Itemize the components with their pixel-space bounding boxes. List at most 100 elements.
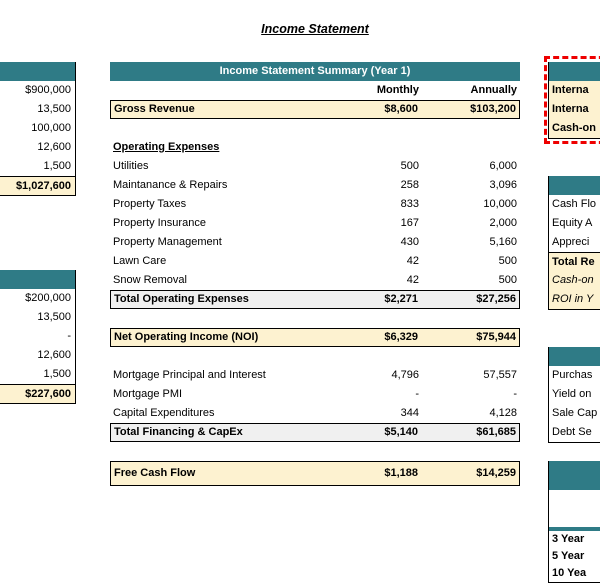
annual-value[interactable]: $27,256 <box>418 291 519 308</box>
annual-value[interactable]: 500 <box>419 252 520 271</box>
value-cell[interactable]: 13,500 <box>0 100 75 119</box>
annual-value[interactable]: $103,200 <box>418 101 519 118</box>
total-cell[interactable]: $1,027,600 <box>0 176 75 196</box>
annual-value[interactable]: 4,128 <box>419 404 520 423</box>
value-cell[interactable]: 1,500 <box>0 365 75 384</box>
monthly-value[interactable]: 500 <box>319 157 419 176</box>
row-label[interactable]: Utilities <box>110 157 319 176</box>
row-label[interactable]: Equity A <box>549 214 600 233</box>
row-label[interactable]: ROI in Y <box>549 290 600 309</box>
column-header-spacer <box>110 81 319 100</box>
monthly-value[interactable]: - <box>319 385 419 404</box>
statement-row: Net Operating Income (NOI) $6,329 $75,944 <box>110 328 520 347</box>
statement-row: Gross Revenue $8,600 $103,200 <box>110 100 520 119</box>
monthly-value[interactable]: $1,188 <box>318 462 418 485</box>
monthly-value[interactable] <box>319 138 419 157</box>
monthly-value[interactable]: 167 <box>319 214 419 233</box>
annual-value[interactable]: 3,096 <box>419 176 520 195</box>
monthly-value[interactable]: $5,140 <box>318 424 418 441</box>
column-header-monthly[interactable]: Monthly <box>319 81 419 100</box>
value-cell[interactable]: $200,000 <box>0 289 75 308</box>
row-label[interactable]: Property Insurance <box>110 214 319 233</box>
monthly-value[interactable]: 344 <box>319 404 419 423</box>
total-return-header[interactable] <box>549 176 600 195</box>
monthly-value[interactable]: 258 <box>319 176 419 195</box>
total-cell[interactable]: $227,600 <box>0 384 75 404</box>
statement-row: Operating Expenses <box>110 138 520 157</box>
value-cell[interactable]: 100,000 <box>0 119 75 138</box>
monthly-value[interactable]: $2,271 <box>318 291 418 308</box>
annual-value[interactable]: 2,000 <box>419 214 520 233</box>
row-label[interactable]: Debt Se <box>549 423 600 442</box>
row-label[interactable]: Cash-on <box>549 271 600 290</box>
annual-value[interactable]: $14,259 <box>418 462 519 485</box>
value-cell[interactable]: 12,600 <box>0 138 75 157</box>
annual-value[interactable]: 10,000 <box>419 195 520 214</box>
value-cell[interactable]: - <box>0 327 75 346</box>
value-cell[interactable]: $900,000 <box>0 81 75 100</box>
row-label[interactable]: Purchas <box>549 366 600 385</box>
row-label[interactable]: Total Financing & CapEx <box>111 424 318 441</box>
year-label[interactable]: 3 Year <box>549 531 600 548</box>
income-summary-header[interactable]: Income Statement Summary (Year 1) <box>110 62 520 81</box>
value-cell[interactable]: 12,600 <box>0 346 75 365</box>
row-label[interactable]: Yield on <box>549 385 600 404</box>
row-label[interactable]: Gross Revenue <box>111 101 318 118</box>
row-label[interactable]: Capital Expenditures <box>110 404 319 423</box>
row-label[interactable]: Interna <box>549 81 600 100</box>
row-label[interactable]: Free Cash Flow <box>111 462 318 485</box>
value-cell[interactable]: 1,500 <box>0 157 75 176</box>
left-table-2-header[interactable] <box>0 270 75 289</box>
monthly-value[interactable]: $8,600 <box>318 101 418 118</box>
row-label[interactable]: Total Re <box>549 252 600 271</box>
monthly-value[interactable]: 42 <box>319 271 419 290</box>
row-label[interactable]: Total Operating Expenses <box>111 291 318 308</box>
row-label[interactable]: Maintanance & Repairs <box>110 176 319 195</box>
year-label[interactable]: 10 Yea <box>549 565 600 582</box>
monthly-value[interactable]: $6,329 <box>318 329 418 346</box>
annual-value[interactable]: 57,557 <box>419 366 520 385</box>
annual-value[interactable]: - <box>419 385 520 404</box>
year-label[interactable]: 5 Year <box>549 548 600 565</box>
monthly-value[interactable]: 833 <box>319 195 419 214</box>
cap-rate-header[interactable] <box>549 347 600 366</box>
row-label[interactable]: Mortgage PMI <box>110 385 319 404</box>
statement-row: Total Financing & CapEx $5,140 $61,685 <box>110 423 520 442</box>
left-table-1-header[interactable] <box>0 62 75 81</box>
left-table-2-rows: $200,000 13,500-12,600 1,500 $227,600 <box>0 289 75 404</box>
row-label[interactable]: Interna <box>549 100 600 119</box>
row-label[interactable]: Snow Removal <box>110 271 319 290</box>
column-header-annually[interactable]: Annually <box>419 81 520 100</box>
cap-rate-table: Purchas Yield on Sale Cap Debt Se <box>548 347 600 443</box>
statement-row: Capital Expenditures 344 4,128 <box>110 404 520 423</box>
row-label[interactable]: Property Management <box>110 233 319 252</box>
row-label[interactable]: Net Operating Income (NOI) <box>111 329 318 346</box>
left-table-2: $200,000 13,500-12,600 1,500 $227,600 <box>0 270 76 404</box>
monthly-value[interactable]: 4,796 <box>319 366 419 385</box>
multi-year-header[interactable] <box>549 461 600 490</box>
annual-value[interactable] <box>419 138 520 157</box>
row-label[interactable]: Appreci <box>549 233 600 252</box>
value-cell[interactable]: 13,500 <box>0 308 75 327</box>
statement-rows: Gross Revenue $8,600 $103,200 Operating Exp… <box>110 100 520 486</box>
monthly-value[interactable]: 430 <box>319 233 419 252</box>
row-label[interactable]: Lawn Care <box>110 252 319 271</box>
annual-value[interactable]: 6,000 <box>419 157 520 176</box>
returns-metrics-header[interactable] <box>549 62 600 81</box>
statement-row: Property Insurance 167 2,000 <box>110 214 520 233</box>
annual-value[interactable]: 500 <box>419 271 520 290</box>
row-label[interactable]: Cash-on <box>549 119 600 138</box>
column-header-row: Monthly Annually <box>110 81 520 100</box>
row-label[interactable]: Cash Flo <box>549 195 600 214</box>
annual-value[interactable]: 5,160 <box>419 233 520 252</box>
row-label[interactable]: Sale Cap <box>549 404 600 423</box>
row-label[interactable]: Property Taxes <box>110 195 319 214</box>
annual-value[interactable]: $61,685 <box>418 424 519 441</box>
statement-row <box>110 309 520 328</box>
row-label[interactable]: Mortgage Principal and Interest <box>110 366 319 385</box>
row-label[interactable]: Operating Expenses <box>110 138 319 157</box>
statement-row: Utilities 500 6,000 <box>110 157 520 176</box>
monthly-value[interactable]: 42 <box>319 252 419 271</box>
annual-value[interactable]: $75,944 <box>418 329 519 346</box>
left-table-1: $900,000 13,500 100,000 12,600 1,500 $1,027,6… <box>0 62 76 196</box>
